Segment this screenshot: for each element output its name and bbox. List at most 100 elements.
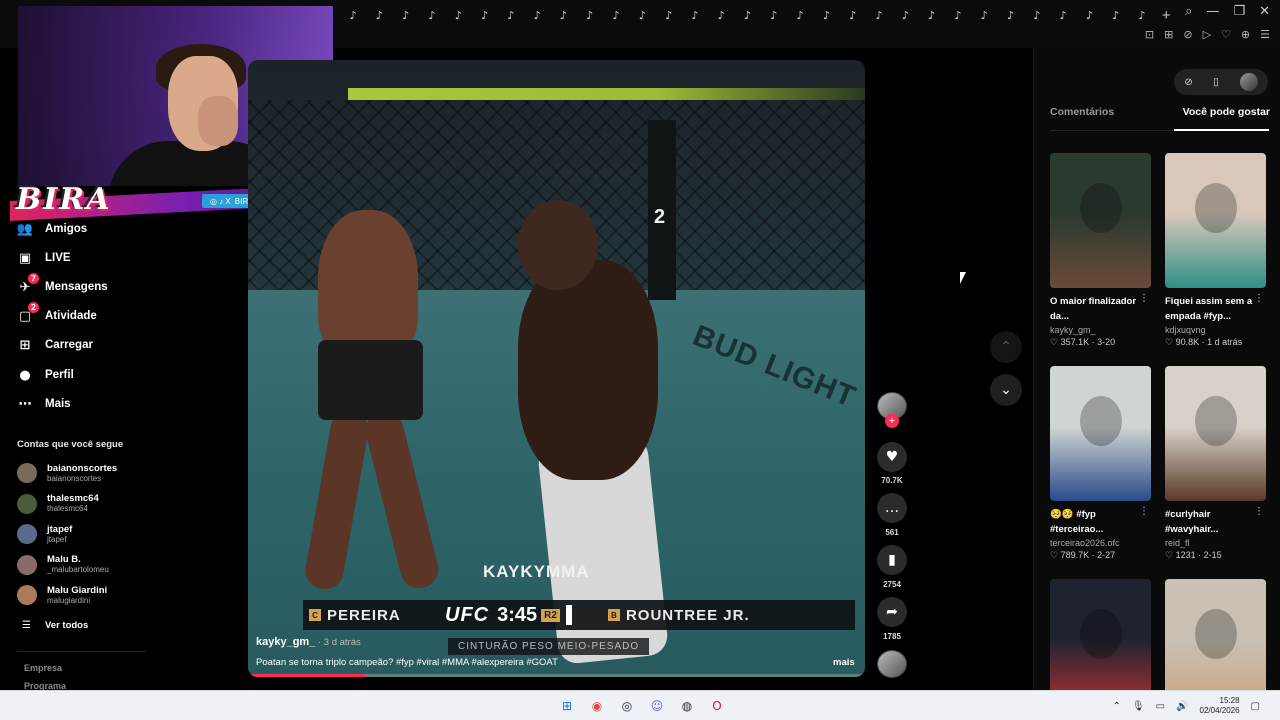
browser-tab-tiktok-icon[interactable]: ♪ [577,4,603,26]
browser-tab-tiktok-icon[interactable]: ♪ [945,4,971,26]
following-item[interactable]: Malu B. _malubartolomeu [17,552,109,578]
video-player[interactable]: BUD LIGHT 2 KAYKYMMA C PEREIRA UFC 3:45 … [248,60,865,677]
save-button[interactable]: ▮ [877,545,907,575]
like-button[interactable]: ♥ [877,442,907,472]
browser-tab-tiktok-icon[interactable]: ♪ [603,4,629,26]
browser-tab-tiktok-icon[interactable]: ♪ [866,4,892,26]
more-options-icon[interactable]: ⋮ [1139,293,1149,304]
user-avatar[interactable] [1239,73,1258,91]
browser-tab-tiktok-icon[interactable]: ♪ [524,4,550,26]
browser-tab-tiktok-icon[interactable]: ♪ [840,4,866,26]
show-hidden-icons-icon[interactable]: ⌃ [1113,701,1121,712]
menu-icon[interactable]: ☰ [1260,28,1270,41]
browser-tab-tiktok-icon[interactable]: ♪ [813,4,839,26]
microphone-icon[interactable]: 🎙 [1132,701,1145,712]
recommendation-author[interactable]: reid_fl [1165,538,1266,548]
footer-link-company[interactable]: Empresa [24,663,62,673]
opera-icon[interactable]: O [706,695,728,717]
search-tabs-icon[interactable]: ⌕ [1185,4,1192,19]
tab-comments[interactable]: Comentários [1050,106,1114,126]
sound-avatar[interactable] [877,650,907,678]
sidebar-item-live[interactable]: ▣ LIVE [17,247,71,269]
browser-tab-tiktok-icon[interactable]: ♪ [366,4,392,26]
play-icon[interactable]: ▷ [1203,28,1211,41]
close-icon[interactable]: ✕ [1259,4,1270,19]
browser-tab-tiktok-icon[interactable]: ♪ [419,4,445,26]
more-link[interactable]: mais [833,657,855,668]
browser-tab-tiktok-icon[interactable]: ♪ [1129,4,1155,26]
more-options-icon[interactable]: ⋮ [1254,293,1264,304]
share-button[interactable]: ➦ [877,597,907,627]
heart-icon[interactable]: ♡ [1221,28,1231,41]
network-icon[interactable]: ▭ [1156,701,1165,712]
browser-tab-tiktok-icon[interactable]: ♪ [1050,4,1076,26]
browser-tab-tiktok-icon[interactable]: ♪ [708,4,734,26]
video-description[interactable]: Poatan se torna triplo campeão? #fyp #vi… [256,657,558,668]
previous-video-button[interactable]: ⌃ [990,331,1022,363]
browser-tab-tiktok-icon[interactable]: ♪ [340,4,366,26]
video-progress[interactable] [248,674,865,677]
sidebar-item-mensagens[interactable]: ✈ 7 Mensagens [17,273,108,298]
more-options-icon[interactable]: ⋮ [1254,506,1264,517]
recommendation-card[interactable]: 🥺🥺 #fyp #terceirao... ⋮ terceirao2026.ofc ♡… [1050,366,1151,561]
following-item[interactable]: baianonscortes baianonscortes [17,460,117,486]
following-item[interactable]: Malu Giardini malugiardini [17,582,107,608]
chrome-icon[interactable]: ◉ [586,695,608,717]
sidebar-item-perfil[interactable]: ● Perfil [17,364,73,386]
device-icon[interactable]: ▯ [1213,77,1219,88]
sidebar-item-carregar[interactable]: ⊞ Carregar [17,334,93,356]
video-thumbnail[interactable] [1050,153,1151,288]
browser-tab-tiktok-icon[interactable]: ♪ [629,4,655,26]
compass-icon[interactable]: ⊘ [1184,77,1192,88]
recommendation-card[interactable]: #curlyhair #wavyhair... ⋮ reid_fl ♡ 1231 · … [1165,366,1266,561]
following-item[interactable]: thalesmc64 thalesmc64 [17,491,99,517]
browser-tab-tiktok-icon[interactable]: ♪ [550,4,576,26]
sidebar-item-mais[interactable]: ⋯ Mais [17,393,71,415]
shield-icon[interactable]: ⊘ [1183,28,1192,41]
recommendation-card[interactable]: Fiquei assim sem a empada #fyp... ⋮ kdjxuq… [1165,153,1266,348]
new-tab-button[interactable]: + [1155,4,1177,26]
volume-icon[interactable]: 🔊 [1176,701,1188,712]
follow-plus-icon[interactable]: + [885,414,899,428]
browser-tab-tiktok-icon[interactable]: ♪ [761,4,787,26]
browser-tab-tiktok-icon[interactable]: ♪ [445,4,471,26]
steam-icon[interactable]: ◎ [616,695,638,717]
notifications-icon[interactable]: ▢ [1251,701,1260,712]
video-thumbnail[interactable] [1050,366,1151,501]
video-thumbnail[interactable] [1165,366,1266,501]
pin-icon[interactable]: ⊡ [1145,28,1154,41]
browser-tab-tiktok-icon[interactable]: ♪ [1024,4,1050,26]
browser-tab-tiktok-icon[interactable]: ♪ [787,4,813,26]
obs-icon[interactable]: ◍ [676,695,698,717]
browser-tab-tiktok-icon[interactable]: ♪ [734,4,760,26]
browser-tab-tiktok-icon[interactable]: ♪ [1076,4,1102,26]
browser-tab-tiktok-icon[interactable]: ♪ [393,4,419,26]
extensions-icon[interactable]: ⊕ [1241,28,1250,41]
browser-tab-tiktok-icon[interactable]: ♪ [471,4,497,26]
recommendation-author[interactable]: terceirao2026.ofc [1050,538,1151,548]
browser-tab-tiktok-icon[interactable]: ♪ [1103,4,1129,26]
sidebar-item-amigos[interactable]: 👥 Amigos [17,218,87,240]
browser-tab-tiktok-icon[interactable]: ♪ [892,4,918,26]
discord-icon[interactable]: ☺ [646,695,668,717]
browser-tab-tiktok-icon[interactable]: ♪ [498,4,524,26]
browser-tab-tiktok-icon[interactable]: ♪ [997,4,1023,26]
browser-tab-tiktok-icon[interactable]: ♪ [656,4,682,26]
next-video-button[interactable]: ⌄ [990,374,1022,406]
browser-tab-tiktok-icon[interactable]: ♪ [682,4,708,26]
restore-icon[interactable]: ❐ [1233,4,1245,19]
browser-tab-tiktok-icon[interactable]: ♪ [971,4,997,26]
tab-you-may-like[interactable]: Você pode gostar [1183,106,1270,126]
video-thumbnail[interactable] [1165,153,1266,288]
snapshot-icon[interactable]: ⊞ [1164,28,1173,41]
sidebar-item-atividade[interactable]: ▢ 2 Atividade [17,302,97,327]
see-all-link[interactable]: ☰ Ver todos [22,620,88,631]
browser-tab-tiktok-icon[interactable]: ♪ [919,4,945,26]
video-author[interactable]: kayky_gm_ [256,636,315,648]
following-item[interactable]: jtapef jtapef [17,521,72,547]
system-clock[interactable]: 15:28 02/04/2026 [1200,696,1240,716]
recommendation-card[interactable]: O maior finalizador da... ⋮ kayky_gm_ ♡ 357… [1050,153,1151,348]
recommendation-author[interactable]: kdjxuqvng [1165,325,1266,335]
more-options-icon[interactable]: ⋮ [1139,506,1149,517]
recommendation-author[interactable]: kayky_gm_ [1050,325,1151,335]
